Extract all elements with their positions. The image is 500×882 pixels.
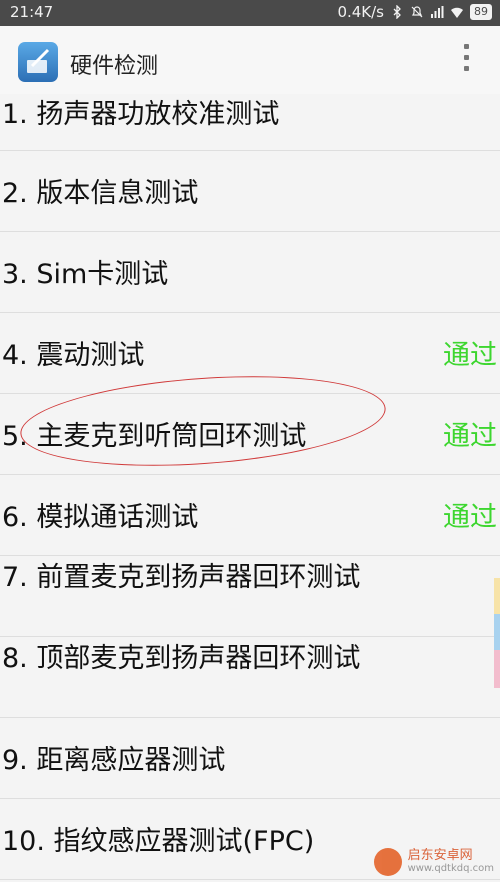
item-label: 2. 版本信息测试 — [2, 178, 199, 209]
signal-icon — [431, 6, 444, 18]
list-item[interactable]: 7. 前置麦克到扬声器回环测试 — [0, 556, 500, 637]
network-speed: 0.4K/s — [337, 3, 384, 21]
list-item[interactable]: 6. 模拟通话测试 通过 — [0, 475, 500, 556]
item-label: 5. 主麦克到听筒回环测试 — [2, 421, 307, 452]
item-label: 8. 顶部麦克到扬声器回环测试 — [2, 643, 361, 674]
list-item[interactable]: 8. 顶部麦克到扬声器回环测试 — [0, 637, 500, 718]
app-icon — [18, 42, 58, 82]
list-item[interactable]: 1. 扬声器功放校准测试 — [0, 94, 500, 151]
item-status: 通过 — [443, 421, 497, 452]
list-item[interactable]: 2. 版本信息测试 — [0, 151, 500, 232]
test-list: 1. 扬声器功放校准测试 2. 版本信息测试 3. Sim卡测试 4. 震动测试… — [0, 94, 500, 880]
watermark-url: www.qdtkdq.com — [407, 863, 494, 874]
edge-color-tab-yellow — [494, 578, 500, 614]
item-status: 通过 — [443, 502, 497, 533]
item-label: 3. Sim卡测试 — [2, 259, 169, 290]
item-label: 6. 模拟通话测试 — [2, 502, 199, 533]
status-bar: 21:47 0.4K/s 89 — [0, 0, 500, 26]
hardware-test-icon — [27, 48, 50, 73]
item-label: 10. 指纹感应器测试(FPC) — [2, 826, 315, 857]
list-item[interactable]: 5. 主麦克到听筒回环测试 通过 — [0, 394, 500, 475]
item-label: 9. 距离感应器测试 — [2, 745, 226, 776]
item-label: 4. 震动测试 — [2, 340, 145, 371]
app-bar: 硬件检测 — [0, 26, 500, 95]
status-indicators: 0.4K/s 89 — [337, 3, 492, 21]
app-title: 硬件检测 — [70, 54, 159, 79]
list-item[interactable]: 4. 震动测试 通过 — [0, 313, 500, 394]
watermark-name: 启东安卓网 — [407, 848, 473, 863]
item-label: 1. 扬声器功放校准测试 — [2, 99, 280, 130]
bluetooth-icon — [393, 5, 401, 19]
list-item[interactable]: 9. 距离感应器测试 — [0, 718, 500, 799]
battery-indicator: 89 — [470, 4, 492, 20]
edge-color-tab-pink — [494, 650, 500, 688]
item-label: 7. 前置麦克到扬声器回环测试 — [2, 562, 361, 593]
status-time: 21:47 — [10, 3, 54, 21]
list-item[interactable]: 3. Sim卡测试 — [0, 232, 500, 313]
overflow-menu-icon[interactable] — [462, 44, 472, 76]
watermark: 启东安卓网 www.qdtkdq.com — [373, 848, 494, 876]
wifi-icon — [451, 7, 463, 18]
watermark-logo-icon — [373, 848, 402, 876]
edge-color-tab-blue — [494, 614, 500, 650]
mute-bell-icon — [411, 6, 423, 18]
item-status: 通过 — [443, 340, 497, 371]
